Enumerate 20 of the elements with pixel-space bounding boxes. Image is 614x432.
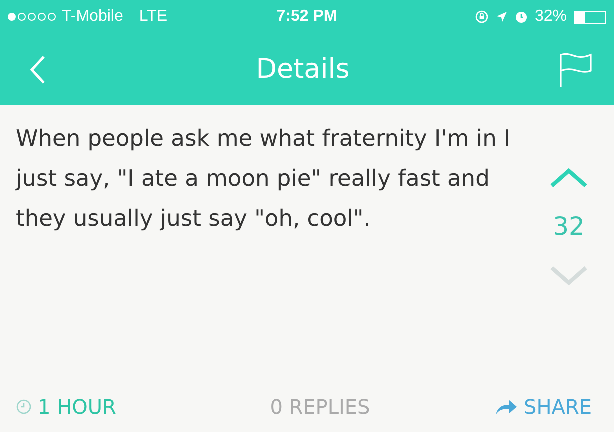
rotation-lock-icon <box>474 10 489 24</box>
post-text: When people ask me what fraternity I'm in I just say, "I ate a moon pie" really fast and they usually just say "oh, cool". <box>16 125 512 234</box>
carrier-name: T-Mobile <box>62 8 124 26</box>
flag-icon[interactable] <box>558 52 594 88</box>
post-age: 1 HOUR <box>38 395 116 419</box>
share-arrow-icon <box>494 398 518 416</box>
clock-icon <box>16 399 32 415</box>
back-chevron-icon[interactable] <box>28 54 48 84</box>
battery-icon <box>574 10 606 24</box>
screen-title: Details <box>256 54 350 85</box>
vote-count: 32 <box>553 217 585 237</box>
share-button[interactable]: SHARE <box>494 395 592 419</box>
downvote-chevron-icon[interactable] <box>549 265 589 287</box>
reply-count: 0 REPLIES <box>270 395 370 419</box>
location-arrow-icon <box>496 11 508 23</box>
upvote-chevron-icon[interactable] <box>549 167 589 189</box>
alarm-clock-icon <box>514 10 528 24</box>
clock: 7:52 PM <box>276 8 338 26</box>
battery-percentage: 32% <box>534 8 567 26</box>
network-type: LTE <box>139 8 168 26</box>
